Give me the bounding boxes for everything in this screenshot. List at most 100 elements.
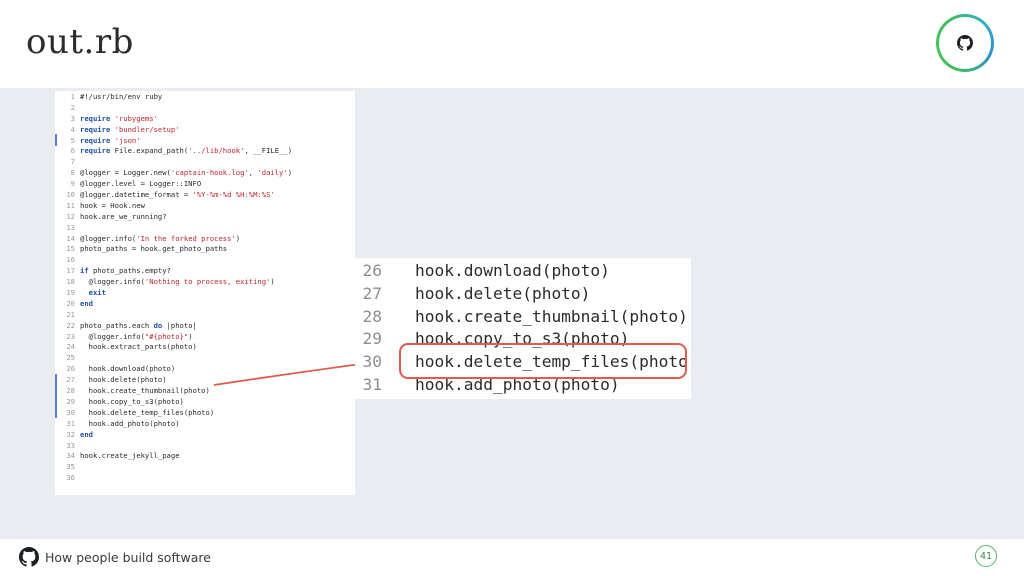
line-number: 12 [66,211,75,221]
code-text: hook.add_photo(photo) [80,418,180,428]
code-line: 9 @logger.level = Logger::INFO [55,179,355,190]
line-number: 30 [66,407,75,417]
code-line: 27 hook.delete(photo) [55,375,355,386]
code-line: 5 require 'json' [55,136,355,147]
github-octocat-icon [19,547,39,567]
code-line: 22 photo_paths.each do |photo| [55,321,355,332]
code-line: 6 require File.expand_path('../lib/hook',… [55,146,355,157]
line-number: 16 [66,255,75,265]
line-number: 3 [70,113,75,123]
code-text: exit [88,288,106,298]
code-line: 29 hook.copy_to_s3(photo) [55,397,355,408]
code-line: 31 hook.add_photo(photo) [55,419,355,430]
code-line: 2 [55,103,355,114]
code-text: require 'json' [80,135,141,145]
line-number: 17 [66,266,75,276]
line-number: 4 [70,124,75,134]
code-line: 21 [55,310,355,321]
line-number: 6 [70,146,75,156]
highlight-box [399,343,687,379]
code-text: hook.create_jekyll_page [80,451,180,461]
line-number: 35 [66,462,75,472]
line-number: 26 [66,364,75,374]
code-text: if photo_paths.empty? [80,266,171,276]
zoomed-code-line: 26 hook.download(photo) [355,260,691,283]
code-text: hook.are_we_running? [80,211,167,221]
slide-title: out.rb [26,22,134,62]
code-line: 4 require 'bundler/setup' [55,125,355,136]
code-text: photo_paths.each do |photo| [80,320,197,330]
code-line: 1 #!/usr/bin/env ruby [55,92,355,103]
line-number: 1 [70,92,75,101]
code-text: @logger.info('Nothing to process, exitin… [80,277,275,287]
line-number: 14 [66,233,75,243]
line-number: 27 [362,283,383,303]
code-line: 7 [55,157,355,168]
code-line: 20 end [55,299,355,310]
code-text: hook = Hook.new [80,200,145,210]
code-text: hook.download(photo) [415,261,610,280]
line-number: 11 [66,200,75,210]
code-line: 12 hook.are_we_running? [55,212,355,223]
line-number: 29 [66,396,75,406]
github-badge [936,14,994,72]
code-text: hook.delete_temp_files(photo) [80,407,215,417]
code-text: hook.create_thumbnail(photo) [80,386,210,396]
code-line: 33 [55,441,355,452]
line-number: 24 [66,342,75,352]
code-line: 16 [55,255,355,266]
code-text: hook.delete(photo) [415,283,591,303]
code-text: hook.create_thumbnail(photo) [415,306,688,326]
code-line: 10 @logger.datetime_format = '%Y-%m-%d %H… [55,190,355,201]
line-number: 5 [70,135,75,145]
line-number: 30 [362,352,383,372]
line-number: 8 [70,168,75,178]
code-line: 32 end [55,430,355,441]
code-line: 11 hook = Hook.new [55,201,355,212]
line-number: 27 [66,375,75,385]
line-number: 28 [66,386,75,396]
line-number: 10 [66,190,75,200]
code-text: @logger.info('In the forked process') [80,233,241,243]
code-text: @logger.level = Logger::INFO [80,179,202,189]
code-line: 26 hook.download(photo) [55,364,355,375]
code-text: require File.expand_path('../lib/hook', … [80,146,293,156]
line-number: 20 [66,298,75,308]
line-number: 31 [362,374,383,394]
code-line: 13 [55,223,355,234]
line-number: 23 [66,331,75,341]
line-number: 18 [66,277,75,287]
code-line: 14 @logger.info('In the forked process') [55,234,355,245]
zoomed-code-line: 28 hook.create_thumbnail(photo) [355,306,691,329]
code-text: @logger = Logger.new('captain-hook.log',… [80,168,293,178]
code-text: photo_paths = hook.get_photo_paths [80,244,228,254]
code-line: 34 hook.create_jekyll_page [55,451,355,462]
footer-tagline: How people build software [45,550,211,565]
code-text: hook.delete(photo) [80,375,167,385]
code-line: 18 @logger.info('Nothing to process, exi… [55,277,355,288]
code-line: 17 if photo_paths.empty? [55,266,355,277]
line-number: 13 [66,222,75,232]
line-number: 25 [66,353,75,363]
line-number: 28 [362,306,383,326]
code-text: end [80,429,93,439]
code-line: 24 hook.extract_parts(photo) [55,342,355,353]
zoomed-code-line: 27 hook.delete(photo) [355,283,691,306]
line-number: 19 [66,288,75,298]
line-number: 26 [362,261,383,280]
line-number: 32 [66,429,75,439]
code-line: 3 require 'rubygems' [55,114,355,125]
code-text: require 'rubygems' [80,113,158,123]
code-text: hook.extract_parts(photo) [80,342,197,352]
line-number: 2 [70,102,75,112]
line-number: 15 [66,244,75,254]
code-text: #!/usr/bin/env ruby [80,92,163,101]
code-text: @logger.datetime_format = '%Y-%m-%d %H:%… [80,190,275,200]
code-line: 35 [55,462,355,473]
code-text: require 'bundler/setup' [80,124,180,134]
code-line: 36 [55,473,355,484]
code-text: hook.download(photo) [80,364,176,374]
code-line: 15 photo_paths = hook.get_photo_paths [55,244,355,255]
github-octocat-icon [957,35,973,51]
code-line: 25 [55,353,355,364]
